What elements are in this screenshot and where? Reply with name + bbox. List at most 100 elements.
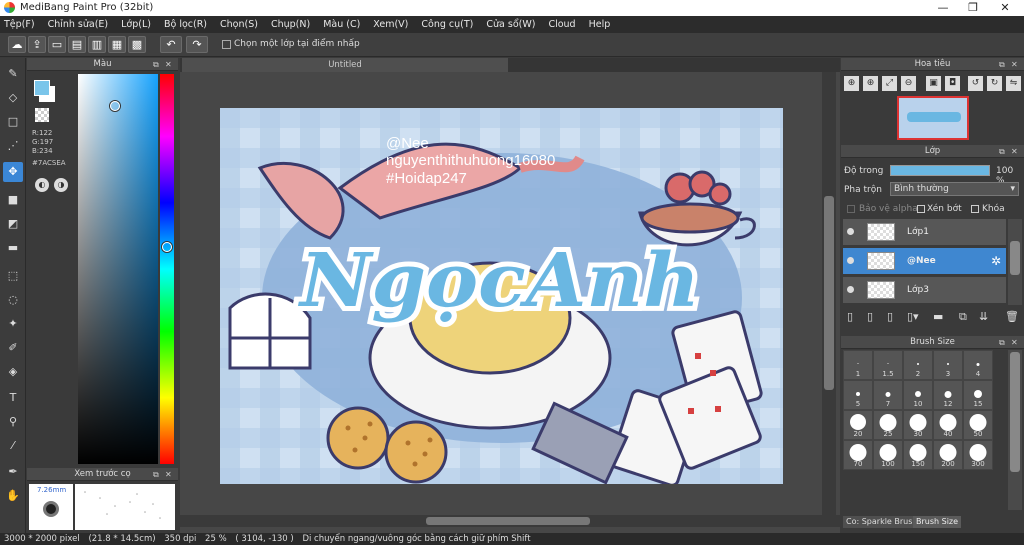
undock-icon[interactable]: ⧉	[999, 145, 1005, 158]
brush-size-cell[interactable]: 12	[933, 380, 963, 410]
brush-size-cell[interactable]: 300	[963, 440, 993, 470]
undock-icon[interactable]: ⧉	[153, 58, 159, 71]
brush-size-cell[interactable]: 100	[873, 440, 903, 470]
brush-size-cell[interactable]: 50	[963, 410, 993, 440]
brush-size-cell[interactable]: 10	[903, 380, 933, 410]
merge-icon[interactable]: ⇊	[979, 310, 988, 323]
brush-size-cell[interactable]: 200	[933, 440, 963, 470]
bucket-tool-icon[interactable]: ◩	[3, 214, 23, 234]
share-icon[interactable]: ⇪	[28, 36, 46, 53]
gear-icon[interactable]: ✲	[991, 254, 1001, 268]
rotate-right-icon[interactable]: ↻	[987, 76, 1002, 91]
panel-close-icon[interactable]: ✕	[1011, 336, 1018, 349]
hue-slider[interactable]	[160, 74, 174, 464]
page-icon[interactable]: ▥	[88, 36, 106, 53]
visibility-icon[interactable]	[847, 228, 854, 235]
move-tool-icon[interactable]: ✥	[3, 162, 23, 182]
operation-tool-icon[interactable]: ⚲	[3, 412, 23, 432]
brush-size-cell[interactable]: 20	[843, 410, 873, 440]
lock-checkbox[interactable]	[971, 205, 979, 213]
new-layer-menu-icon[interactable]: ▯▾	[907, 310, 919, 323]
menu-tools[interactable]: Công cụ(T)	[421, 19, 473, 30]
color-wheel-icon[interactable]: ◑	[54, 178, 68, 192]
menu-help[interactable]: Help	[589, 19, 611, 30]
trash-icon[interactable]: 🗑	[1005, 310, 1019, 323]
brush-size-cell[interactable]: 4	[963, 350, 993, 380]
menu-filter[interactable]: Bộ lọc(R)	[164, 19, 207, 30]
select-layer-checkbox[interactable]	[222, 40, 231, 49]
panel-close-icon[interactable]: ✕	[1011, 145, 1018, 158]
horizontal-scroll-thumb[interactable]	[426, 517, 590, 525]
close-button[interactable]: ✕	[990, 0, 1020, 16]
menu-window[interactable]: Cửa sổ(W)	[486, 19, 535, 30]
hue-cursor[interactable]	[162, 242, 172, 252]
document-tab[interactable]: Untitled	[182, 58, 508, 72]
minimize-button[interactable]: —	[928, 0, 958, 16]
new-1bit-layer-icon[interactable]: ▯	[887, 310, 893, 323]
undock-icon[interactable]: ⧉	[999, 58, 1005, 71]
grid-icon[interactable]: ▦	[108, 36, 126, 53]
brush-size-cell[interactable]: 15	[963, 380, 993, 410]
brush-size-cell[interactable]: 5	[843, 380, 873, 410]
brush-size-cell[interactable]: 150	[903, 440, 933, 470]
layer-scroll-thumb[interactable]	[1010, 241, 1020, 275]
zoom-in-icon[interactable]: ⊕	[863, 76, 878, 91]
zoom-out-icon[interactable]: ⊖	[901, 76, 916, 91]
opacity-slider[interactable]	[890, 165, 990, 176]
brush-size-cell[interactable]: 1.5	[873, 350, 903, 380]
text-tool-icon[interactable]: T	[3, 388, 23, 408]
brush-size-cell[interactable]: 2	[903, 350, 933, 380]
fit-window-icon[interactable]: ◘	[945, 76, 960, 91]
menu-edit[interactable]: Chỉnh sửa(E)	[48, 19, 109, 30]
brush-size-cell[interactable]: 25	[873, 410, 903, 440]
pen-tool-icon[interactable]: ✒	[3, 462, 23, 482]
hand-tool-icon[interactable]: ✋	[3, 486, 23, 506]
lasso-tool-icon[interactable]: ◌	[3, 290, 23, 310]
panel-close-icon[interactable]: ✕	[165, 468, 172, 481]
select-rect-tool-icon[interactable]: ⬚	[3, 266, 23, 286]
saturation-value-picker[interactable]	[78, 74, 158, 464]
brush-tool-icon[interactable]: ✎	[3, 64, 23, 84]
brush-size-cell[interactable]: 3	[933, 350, 963, 380]
zoom-in-icon[interactable]: ⊕	[844, 76, 859, 91]
vertical-scrollbar[interactable]	[822, 72, 836, 515]
brush-size-scroll-thumb[interactable]	[1010, 352, 1020, 472]
comment-icon[interactable]: ▭	[48, 36, 66, 53]
layer-row[interactable]: Lớp3	[843, 277, 1006, 304]
new-layer-icon[interactable]: ▯	[847, 310, 853, 323]
foreground-swatch[interactable]	[34, 80, 50, 96]
folder-icon[interactable]: ▬	[933, 310, 943, 323]
message-icon[interactable]: ▤	[68, 36, 86, 53]
layer-row[interactable]: Lớp1	[843, 219, 1006, 246]
new-8bit-layer-icon[interactable]: ▯	[867, 310, 873, 323]
rect-tool-icon[interactable]: □	[3, 112, 23, 132]
brush-size-scrollbar[interactable]	[1008, 350, 1022, 510]
menu-color[interactable]: Màu (C)	[323, 19, 360, 30]
redo-icon[interactable]: ↷	[186, 36, 208, 53]
transparent-swatch[interactable]	[35, 108, 49, 122]
tab-brush[interactable]: Co: Sparkle Brush	[843, 516, 921, 528]
gradient-tool-icon[interactable]: ▬	[3, 238, 23, 258]
fill-rect-tool-icon[interactable]: ■	[3, 190, 23, 210]
duplicate-icon[interactable]: ⧉	[959, 310, 967, 324]
panel-close-icon[interactable]: ✕	[165, 58, 172, 71]
menu-view[interactable]: Xem(V)	[373, 19, 408, 30]
brush-size-cell[interactable]: 70	[843, 440, 873, 470]
horizontal-scrollbar[interactable]	[180, 515, 840, 527]
tab-brush-size[interactable]: Brush Size	[913, 516, 962, 528]
menu-select[interactable]: Chọn(S)	[220, 19, 258, 30]
brush-size-cell[interactable]: 30	[903, 410, 933, 440]
navigator-thumbnail[interactable]	[897, 96, 969, 140]
eraser-tool-icon[interactable]: ◇	[3, 88, 23, 108]
panel-close-icon[interactable]: ✕	[1011, 58, 1018, 71]
sv-cursor[interactable]	[110, 101, 120, 111]
actual-size-icon[interactable]: ▣	[926, 76, 941, 91]
dot-brush-tool-icon[interactable]: ⋰	[3, 136, 23, 156]
palette-icon[interactable]: ◐	[35, 178, 49, 192]
visibility-icon[interactable]	[847, 257, 854, 264]
menu-capture[interactable]: Chụp(N)	[271, 19, 310, 30]
undock-icon[interactable]: ⧉	[999, 336, 1005, 349]
select-eraser-tool-icon[interactable]: ◈	[3, 362, 23, 382]
menu-file[interactable]: Tệp(F)	[4, 19, 35, 30]
cloud-icon[interactable]: ☁	[8, 36, 26, 53]
